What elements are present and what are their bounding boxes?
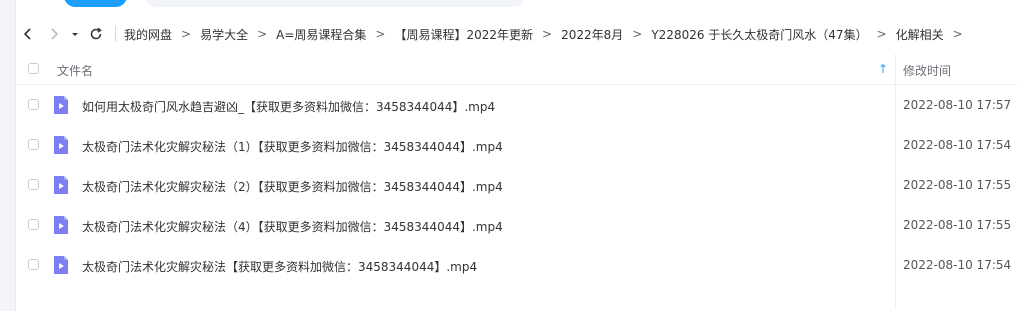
video-file-icon bbox=[54, 216, 68, 234]
breadcrumb-item[interactable]: 易学大全 bbox=[200, 26, 248, 43]
breadcrumb-separator: > bbox=[542, 27, 553, 41]
breadcrumb: 我的网盘 > 易学大全 > A=周易课程合集 > 【周易课程】2022年更新 >… bbox=[124, 26, 972, 43]
row-checkbox[interactable] bbox=[28, 139, 39, 150]
file-name[interactable]: 太极奇门法术化灾解灾秘法【获取更多资料加微信：3458344044】.mp4 bbox=[82, 258, 477, 275]
file-row[interactable]: 太极奇门法术化灾解灾秘法（4）【获取更多资料加微信：3458344044】.mp… bbox=[15, 205, 1017, 245]
breadcrumb-item[interactable]: 我的网盘 bbox=[124, 26, 172, 43]
breadcrumb-item-current[interactable]: 化解相关 bbox=[896, 26, 944, 43]
forward-icon bbox=[51, 28, 59, 40]
file-row[interactable]: 太极奇门法术化灾解灾秘法（1）【获取更多资料加微信：3458344044】.mp… bbox=[15, 125, 1017, 165]
breadcrumb-item[interactable]: Y228026 于长久太极奇门风水（47集） bbox=[651, 26, 867, 43]
breadcrumb-separator: > bbox=[257, 27, 268, 41]
breadcrumb-separator: > bbox=[632, 27, 643, 41]
file-modified-time: 2022-08-10 17:54 bbox=[903, 258, 1012, 272]
file-name[interactable]: 太极奇门法术化灾解灾秘法（4）【获取更多资料加微信：3458344044】.mp… bbox=[82, 218, 503, 235]
row-checkbox[interactable] bbox=[28, 259, 39, 270]
back-button[interactable] bbox=[15, 21, 41, 47]
file-modified-time: 2022-08-10 17:55 bbox=[903, 178, 1012, 192]
file-name[interactable]: 太极奇门法术化灾解灾秘法（1）【获取更多资料加微信：3458344044】.mp… bbox=[82, 138, 503, 155]
row-checkbox[interactable] bbox=[28, 219, 39, 230]
video-file-icon bbox=[54, 96, 68, 114]
file-modified-time: 2022-08-10 17:54 bbox=[903, 138, 1012, 152]
file-modified-time: 2022-08-10 17:55 bbox=[903, 218, 1012, 232]
history-dropdown-button[interactable] bbox=[67, 21, 83, 47]
column-header-modified[interactable]: 修改时间 bbox=[903, 62, 951, 79]
column-header-name[interactable]: 文件名 bbox=[57, 62, 93, 79]
search-bar[interactable] bbox=[145, 0, 525, 7]
breadcrumb-separator: > bbox=[375, 27, 386, 41]
forward-button[interactable] bbox=[41, 21, 67, 47]
navigation-toolbar: 我的网盘 > 易学大全 > A=周易课程合集 > 【周易课程】2022年更新 >… bbox=[15, 20, 1017, 48]
sort-arrow-up-icon[interactable]: ↑ bbox=[878, 62, 888, 76]
row-checkbox[interactable] bbox=[28, 179, 39, 190]
file-row[interactable]: 太极奇门法术化灾解灾秘法（2）【获取更多资料加微信：3458344044】.mp… bbox=[15, 165, 1017, 205]
file-modified-time: 2022-08-10 17:57 bbox=[903, 98, 1012, 112]
breadcrumb-separator: > bbox=[952, 27, 963, 41]
file-name[interactable]: 如何用太极奇门风水趋吉避凶_【获取更多资料加微信：3458344044】.mp4 bbox=[82, 98, 495, 115]
file-name[interactable]: 太极奇门法术化灾解灾秘法（2）【获取更多资料加微信：3458344044】.mp… bbox=[82, 178, 503, 195]
file-row[interactable]: 如何用太极奇门风水趋吉避凶_【获取更多资料加微信：3458344044】.mp4… bbox=[15, 85, 1017, 125]
breadcrumb-separator: > bbox=[876, 27, 887, 41]
refresh-button[interactable] bbox=[83, 21, 109, 47]
toolbar-divider bbox=[115, 26, 116, 42]
dropdown-icon bbox=[72, 33, 78, 36]
breadcrumb-item[interactable]: A=周易课程合集 bbox=[276, 26, 366, 43]
breadcrumb-item[interactable]: 2022年8月 bbox=[561, 26, 623, 43]
row-checkbox[interactable] bbox=[28, 99, 39, 110]
upload-button[interactable] bbox=[64, 0, 127, 7]
back-icon bbox=[23, 28, 31, 40]
file-row[interactable]: 太极奇门法术化灾解灾秘法【获取更多资料加微信：3458344044】.mp4 2… bbox=[15, 245, 1017, 285]
breadcrumb-separator: > bbox=[181, 27, 192, 41]
video-file-icon bbox=[54, 256, 68, 274]
select-all-checkbox[interactable] bbox=[28, 63, 39, 74]
video-file-icon bbox=[54, 136, 68, 154]
sidebar-edge bbox=[0, 0, 16, 311]
file-list-header: 文件名 ↑ 修改时间 bbox=[15, 54, 1017, 309]
refresh-icon bbox=[90, 27, 102, 40]
video-file-icon bbox=[54, 176, 68, 194]
breadcrumb-item[interactable]: 【周易课程】2022年更新 bbox=[394, 26, 533, 43]
